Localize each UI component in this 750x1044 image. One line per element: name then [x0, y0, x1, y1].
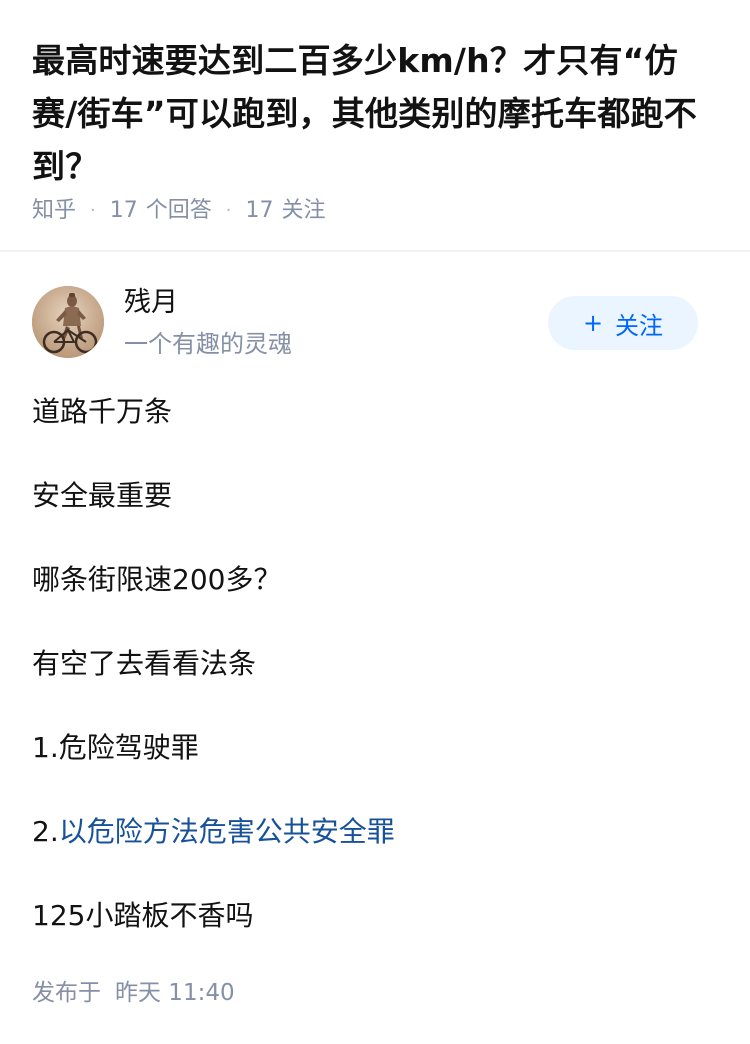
- answer-paragraph: 125小踏板不香吗: [32, 899, 254, 932]
- plus-icon: +: [582, 309, 604, 337]
- follow-count-label: 关注: [281, 198, 326, 223]
- publish-time: 发布于 昨天 11:40: [32, 978, 235, 1008]
- list-number: 2.: [32, 815, 59, 848]
- avatar[interactable]: [32, 286, 104, 358]
- answer-paragraph: 安全最重要: [32, 479, 173, 512]
- publish-timestamp: 昨天 11:40: [115, 980, 235, 1006]
- terracotta-warrior-on-bicycle-avatar: [32, 286, 104, 358]
- section-divider: [0, 250, 750, 252]
- source-label[interactable]: 知乎: [32, 196, 76, 226]
- answer-body: 道路千万条 安全最重要 哪条街限速200多？ 有空了去看看法条 1.危险驾驶罪 …: [32, 393, 718, 981]
- answer-count-label: 个回答: [145, 198, 212, 223]
- publish-label: 发布于: [32, 980, 101, 1006]
- answer-paragraph: 道路千万条: [32, 395, 173, 428]
- separator-dot: ·: [90, 200, 96, 221]
- author-bio: 一个有趣的灵魂: [124, 330, 292, 358]
- author-row: 残月 一个有趣的灵魂 + 关注: [32, 285, 718, 365]
- follow-button-label: 关注: [615, 311, 664, 340]
- question-header: 最高时速要达到二百多少km/h？才只有“仿赛/街车”可以跑到，其他类别的摩托车都…: [0, 0, 750, 250]
- law-link[interactable]: 以危险方法危害公共安全罪: [59, 815, 395, 848]
- follow-button[interactable]: + 关注: [548, 296, 698, 350]
- question-title[interactable]: 最高时速要达到二百多少km/h？才只有“仿赛/街车”可以跑到，其他类别的摩托车都…: [32, 34, 718, 193]
- answer-paragraph: 哪条街限速200多？: [32, 563, 282, 596]
- answer-count: 17: [109, 198, 138, 223]
- answer-paragraph: 1.危险驾驶罪: [32, 731, 199, 764]
- separator-dot: ·: [225, 200, 232, 221]
- question-meta: 知乎 · 17 个回答 · 17 关注: [32, 196, 326, 226]
- answer-paragraph: 有空了去看看法条: [32, 647, 257, 680]
- author-name[interactable]: 残月: [124, 285, 178, 321]
- follow-count: 17: [245, 198, 274, 223]
- answer-paragraph: 2.以危险方法危害公共安全罪: [32, 813, 718, 851]
